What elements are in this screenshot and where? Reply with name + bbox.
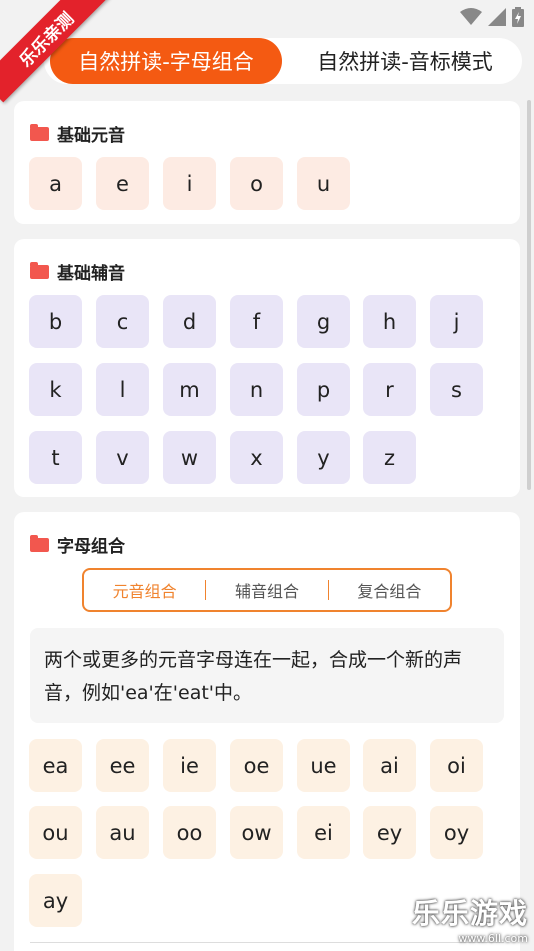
combo-subtabs: 元音组合 辅音组合 复合组合 (82, 568, 452, 612)
consonant-tile[interactable]: j (430, 295, 483, 348)
consonant-tile[interactable]: m (163, 363, 216, 416)
combo-tile[interactable]: oy (430, 806, 483, 859)
subtab-consonant-combos[interactable]: 辅音组合 (206, 578, 327, 602)
consonant-tile[interactable]: l (96, 363, 149, 416)
consonant-tile[interactable]: k (29, 363, 82, 416)
vowels-card-header: 基础元音 (30, 121, 125, 146)
combo-tile[interactable]: oo (163, 806, 216, 859)
combo-tile[interactable]: ow (230, 806, 283, 859)
status-icons (460, 7, 524, 31)
consonant-tile[interactable]: z (363, 431, 416, 484)
wifi-icon (460, 8, 482, 30)
consonant-tile[interactable]: h (363, 295, 416, 348)
combo-tile[interactable]: ie (163, 739, 216, 792)
consonant-tile[interactable]: b (29, 295, 82, 348)
watermark: 乐乐游戏 www.6ll.com (412, 892, 528, 945)
combo-tile[interactable]: ei (297, 806, 350, 859)
combo-description: 两个或更多的元音字母连在一起，合成一个新的声音，例如'ea'在'eat'中。 (30, 628, 504, 723)
combo-tile[interactable]: oi (430, 739, 483, 792)
consonant-tile[interactable]: s (430, 363, 483, 416)
subtab-vowel-combos[interactable]: 元音组合 (84, 578, 205, 602)
combo-tile[interactable]: au (96, 806, 149, 859)
combo-tile[interactable]: ou (29, 806, 82, 859)
vowels-card: 基础元音 a e i o u (14, 101, 520, 224)
combos-card-header: 字母组合 (30, 532, 125, 557)
combo-tile[interactable]: ay (29, 874, 82, 927)
tab-letter-combos[interactable]: 自然拼读-字母组合 (50, 38, 282, 84)
consonant-tile[interactable]: v (96, 431, 149, 484)
combos-card: 字母组合 元音组合 辅音组合 复合组合 两个或更多的元音字母连在一起，合成一个新… (14, 512, 520, 951)
consonants-card-header: 基础辅音 (30, 259, 125, 284)
folder-icon (30, 534, 49, 552)
consonant-tile[interactable]: c (96, 295, 149, 348)
signal-icon (488, 8, 506, 30)
consonant-tile[interactable]: d (163, 295, 216, 348)
combo-tile[interactable]: ee (96, 739, 149, 792)
consonant-tile[interactable]: y (297, 431, 350, 484)
vowel-tile[interactable]: u (297, 157, 350, 210)
vowel-tile[interactable]: e (96, 157, 149, 210)
header: 自然拼读-字母组合 自然拼读-音标模式 (0, 34, 534, 90)
vowel-tile[interactable]: i (163, 157, 216, 210)
watermark-brand: 乐乐游戏 (411, 897, 528, 930)
consonant-tile[interactable]: f (230, 295, 283, 348)
combos-title: 字母组合 (57, 537, 125, 557)
consonant-tile[interactable]: p (297, 363, 350, 416)
combo-tile[interactable]: ai (363, 739, 416, 792)
consonant-tile[interactable]: x (230, 431, 283, 484)
combo-tile[interactable]: oe (230, 739, 283, 792)
vowel-tile[interactable]: o (230, 157, 283, 210)
combo-tile[interactable]: ey (363, 806, 416, 859)
consonants-card: 基础辅音 b c d f g h j k l m n p r s t v w x… (14, 239, 520, 497)
watermark-url: www.6ll.com (458, 932, 528, 945)
tab-phonetic-mode[interactable]: 自然拼读-音标模式 (292, 38, 518, 84)
folder-icon (30, 123, 49, 141)
consonant-tile[interactable]: t (29, 431, 82, 484)
battery-icon (512, 7, 524, 31)
vowels-title: 基础元音 (57, 126, 125, 146)
consonant-tile[interactable]: n (230, 363, 283, 416)
consonant-tile[interactable]: r (363, 363, 416, 416)
folder-icon (30, 261, 49, 279)
combo-tile[interactable]: ue (297, 739, 350, 792)
consonant-tile[interactable]: g (297, 295, 350, 348)
mode-switch: 自然拼读-字母组合 自然拼读-音标模式 (44, 38, 522, 84)
scrollbar[interactable] (527, 100, 531, 490)
consonants-title: 基础辅音 (57, 264, 125, 284)
vowel-tile[interactable]: a (29, 157, 82, 210)
combo-tile[interactable]: ea (29, 739, 82, 792)
subtab-compound-combos[interactable]: 复合组合 (329, 578, 450, 602)
consonant-tile[interactable]: w (163, 431, 216, 484)
